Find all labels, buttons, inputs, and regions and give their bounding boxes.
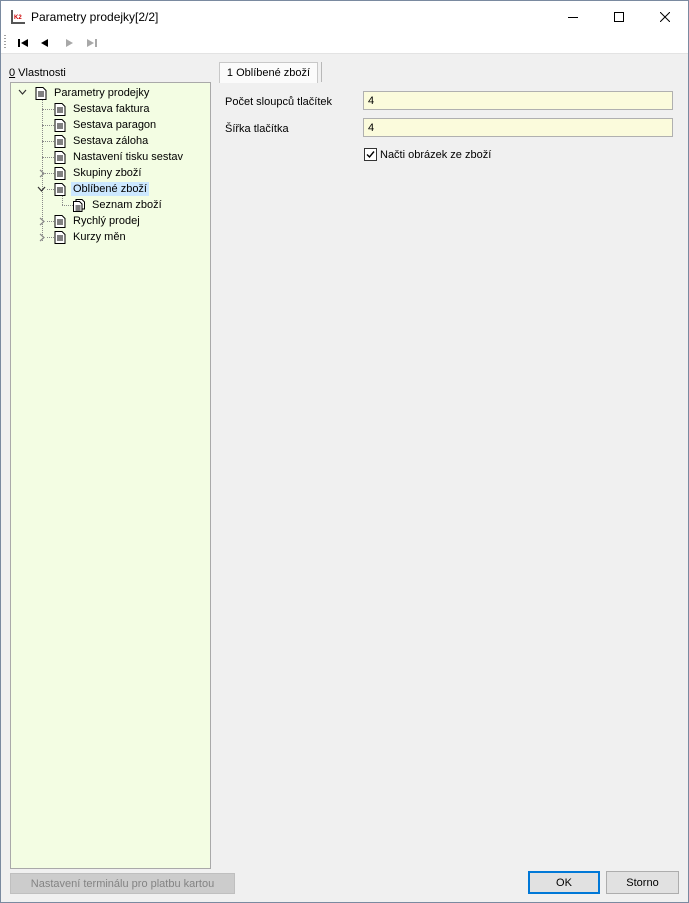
terminal-settings-button[interactable]: Nastavení terminálu pro platbu kartou bbox=[10, 873, 235, 894]
app-icon: K2 bbox=[10, 9, 26, 25]
tree-item-label: Sestava faktura bbox=[73, 103, 150, 115]
title-bar[interactable]: K2 Parametry prodejky[2/2] bbox=[1, 1, 688, 32]
tree-item-label: Nastavení tisku sestav bbox=[73, 151, 184, 163]
checkmark-icon bbox=[366, 151, 375, 159]
tree-connector bbox=[47, 237, 54, 238]
tree-item-label: Sestava paragon bbox=[73, 119, 157, 131]
collapse-chevron-icon[interactable] bbox=[18, 88, 27, 97]
previous-record-icon bbox=[41, 39, 48, 47]
cancel-button[interactable]: Storno bbox=[606, 871, 679, 894]
last-record-button[interactable] bbox=[83, 35, 101, 51]
tree-item-label: Rychlý prodej bbox=[73, 215, 140, 227]
columns-count-label: Počet sloupců tlačítek bbox=[225, 96, 333, 108]
tree-item-sestava-zaloha[interactable]: Sestava záloha bbox=[54, 133, 150, 149]
tree-item-parametry-prodejky[interactable]: Parametry prodejky bbox=[35, 85, 151, 101]
document-icon bbox=[54, 214, 66, 228]
tree-connector bbox=[42, 109, 54, 110]
tab-oblibene-zbozi[interactable]: 1 Oblíbené zboží bbox=[219, 62, 318, 83]
document-icon bbox=[54, 134, 66, 148]
toolbar-grip[interactable] bbox=[4, 35, 6, 49]
tree-item-label: Parametry prodejky bbox=[54, 87, 150, 99]
document-icon bbox=[54, 230, 66, 244]
load-image-label: Načti obrázek ze zboží bbox=[380, 148, 492, 161]
load-image-option[interactable]: Načti obrázek ze zboží bbox=[364, 148, 491, 161]
tree-connector bbox=[62, 196, 63, 205]
next-record-icon bbox=[66, 39, 73, 47]
columns-count-input[interactable] bbox=[363, 91, 673, 110]
expand-chevron-icon[interactable] bbox=[37, 233, 46, 242]
tree-item-label: Sestava záloha bbox=[73, 135, 149, 147]
first-record-button[interactable] bbox=[14, 35, 32, 51]
document-icon bbox=[54, 102, 66, 116]
properties-label-text: Vlastnosti bbox=[15, 67, 66, 79]
close-button[interactable] bbox=[642, 1, 688, 32]
maximize-button[interactable] bbox=[596, 1, 642, 32]
document-icon bbox=[35, 86, 47, 100]
tree-item-kurzy-men[interactable]: Kurzy měn bbox=[54, 229, 128, 245]
document-icon bbox=[54, 150, 66, 164]
button-width-input[interactable] bbox=[363, 118, 673, 137]
maximize-icon bbox=[614, 11, 624, 22]
tree-connector bbox=[42, 141, 54, 142]
tree-item-skupiny-zbozi[interactable]: Skupiny zboží bbox=[54, 165, 143, 181]
tree-connector bbox=[62, 205, 73, 206]
tree-item-label: Seznam zboží bbox=[92, 199, 162, 211]
first-record-icon bbox=[18, 39, 28, 47]
expand-chevron-icon[interactable] bbox=[37, 217, 46, 226]
tree-item-sestava-faktura[interactable]: Sestava faktura bbox=[54, 101, 151, 117]
tree-item-sestava-paragon[interactable]: Sestava paragon bbox=[54, 117, 158, 133]
close-icon bbox=[660, 11, 670, 22]
tree-connector bbox=[42, 157, 54, 158]
tree-connector bbox=[47, 221, 54, 222]
tree-item-oblibene-zbozi[interactable]: Oblíbené zboží bbox=[54, 181, 149, 197]
load-image-checkbox[interactable] bbox=[364, 148, 377, 161]
ok-button[interactable]: OK bbox=[528, 871, 600, 894]
tree-item-seznam-zbozi[interactable]: Seznam zboží bbox=[73, 197, 164, 213]
next-record-button[interactable] bbox=[60, 35, 78, 51]
tree-item-label: Skupiny zboží bbox=[73, 167, 142, 179]
tree-connector bbox=[47, 189, 54, 190]
navigation-toolbar bbox=[1, 32, 688, 54]
svg-text:K2: K2 bbox=[14, 15, 22, 21]
tree-item-rychly-prodej[interactable]: Rychlý prodej bbox=[54, 213, 142, 229]
last-record-icon bbox=[87, 39, 97, 47]
properties-tree[interactable]: Parametry prodejky Sestava faktura Sesta… bbox=[10, 82, 211, 869]
minimize-button[interactable] bbox=[550, 1, 596, 32]
window-title: Parametry prodejky[2/2] bbox=[31, 10, 159, 24]
document-icon bbox=[54, 182, 66, 196]
dialog-window: K2 Parametry prodejky[2/2] 0 Vlastnosti … bbox=[0, 0, 689, 903]
tab-separator bbox=[321, 62, 322, 82]
tree-connector bbox=[42, 125, 54, 126]
document-icon bbox=[54, 166, 66, 180]
collapse-chevron-icon[interactable] bbox=[37, 185, 46, 194]
document-stack-icon bbox=[73, 198, 85, 212]
previous-record-button[interactable] bbox=[36, 35, 54, 51]
expand-chevron-icon[interactable] bbox=[37, 169, 46, 178]
minimize-icon bbox=[568, 16, 578, 18]
tree-item-label: Oblíbené zboží bbox=[71, 182, 149, 196]
tree-item-nastaveni-tisku[interactable]: Nastavení tisku sestav bbox=[54, 149, 185, 165]
button-width-label: Šířka tlačítka bbox=[225, 123, 289, 135]
properties-label: 0 Vlastnosti bbox=[9, 67, 66, 79]
document-icon bbox=[54, 118, 66, 132]
tree-item-label: Kurzy měn bbox=[73, 231, 126, 243]
